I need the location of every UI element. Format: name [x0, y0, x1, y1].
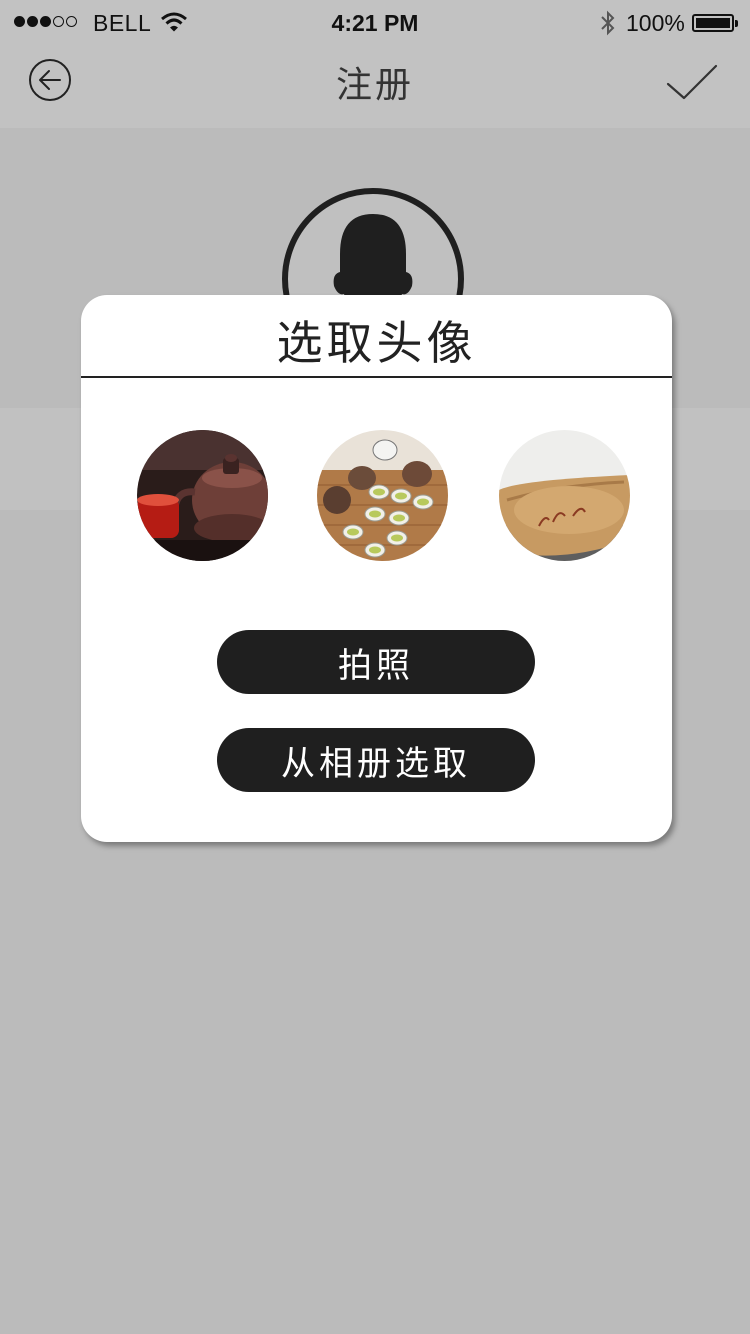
dialog-title: 选取头像 [276, 316, 477, 370]
page-title: 注册 [335, 64, 414, 105]
choose-from-album-button[interactable]: 从相册选取 [217, 728, 535, 792]
dialog-divider [81, 376, 672, 378]
preset-avatar-tea-set-photo[interactable] [317, 430, 448, 561]
status-bar: BELL 4:21 PM 100% [0, 0, 750, 46]
battery-percentage: 100% [626, 10, 685, 36]
navigation-bar: 注册 [0, 46, 750, 128]
bluetooth-icon [598, 9, 618, 42]
preset-avatar-clay-bowl-photo[interactable] [499, 430, 630, 561]
battery-icon [692, 14, 738, 32]
preset-avatar-teapot-photo[interactable] [137, 430, 268, 561]
checkmark-icon [666, 64, 718, 100]
take-photo-button[interactable]: 拍照 [217, 630, 535, 694]
confirm-button[interactable] [664, 62, 720, 102]
choose-avatar-dialog: 选取头像 拍照 从相册选取 [81, 295, 672, 842]
